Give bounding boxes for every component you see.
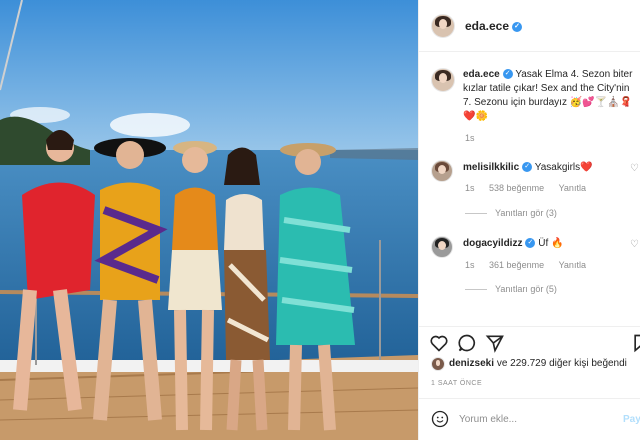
comment-like-heart-icon[interactable]: ♡ [630,239,639,250]
author-username-row[interactable]: eda.ece ✓ [465,19,523,33]
author-avatar[interactable] [431,14,455,38]
post-timestamp: 1 SAAT ÖNCE [431,380,483,387]
liker-username[interactable]: denizseki [449,358,494,369]
comment-like-heart-icon[interactable]: ♡ [630,163,639,174]
comment-likes[interactable]: 538 beğenme [489,183,544,193]
view-replies-link[interactable]: Yanıtları gör (5) [465,284,557,294]
comment-text: Üf 🔥 [538,238,564,249]
author-username[interactable]: eda.ece [465,19,509,33]
post-side-panel: eda.ece ✓ eda.ece ✓ Yasak Elma 4. Sezon bi… [418,0,640,440]
likes-summary[interactable]: denizseki ve 229.729 diğer kişi beğendi [449,358,627,369]
caption-age: 1s [465,133,475,143]
comment-likes[interactable]: 361 beğenme [489,260,544,270]
view-replies-link[interactable]: Yanıtları gör (3) [465,208,557,218]
liker-avatar[interactable] [431,357,445,371]
caption-avatar[interactable] [431,68,455,92]
comment-avatar[interactable] [431,160,453,182]
comment-item: melisilkkilic ✓ Yasakgirls❤️ [463,161,633,175]
verified-badge-icon: ✓ [502,69,513,80]
emoji-icon[interactable] [431,410,449,428]
comment-reply-button[interactable]: Yanıtla [559,183,586,193]
comment-age: 1s [465,183,475,193]
caption-username[interactable]: eda.ece [463,69,500,80]
comment-meta: 1s 538 beğenme Yanıtla [465,183,586,193]
photo-illustration [0,0,418,440]
comment-avatar[interactable] [431,236,453,258]
post-header: eda.ece ✓ [419,0,640,52]
comment-username[interactable]: melisilkkilic [463,162,519,173]
comment-box: Yorum ekle... Payl [419,398,640,440]
verified-badge-icon: ✓ [525,238,536,249]
post-comment-button[interactable]: Payl [623,414,640,425]
comment-age: 1s [465,260,475,270]
bookmark-icon[interactable] [631,333,640,353]
comment-item: dogacyildizz ✓ Üf 🔥 [463,237,633,251]
verified-badge-icon: ✓ [522,162,533,173]
comment-meta: 1s 361 beğenme Yanıtla [465,260,586,270]
comment-icon[interactable] [457,333,477,353]
post-photo[interactable] [0,0,418,440]
comment-text: Yasakgirls❤️ [534,162,593,173]
action-bar [419,326,640,356]
comment-input[interactable]: Yorum ekle... [459,414,517,425]
comment-reply-button[interactable]: Yanıtla [559,260,586,270]
comment-username[interactable]: dogacyildizz [463,238,522,249]
post-caption: eda.ece ✓ Yasak Elma 4. Sezon biter kızla… [463,68,633,124]
likes-count-text[interactable]: ve 229.729 diğer kişi beğendi [497,358,627,369]
share-icon[interactable] [485,333,505,353]
verified-badge-icon: ✓ [512,21,523,32]
heart-icon[interactable] [429,333,449,353]
